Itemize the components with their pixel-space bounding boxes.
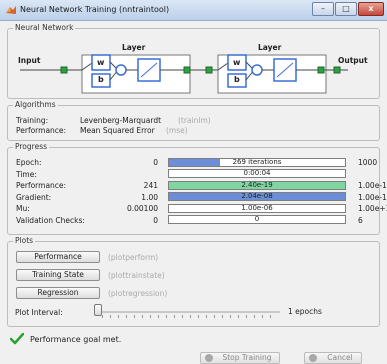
progress-end-value: 1.00e-10 [358, 181, 387, 190]
progress-bar-text: 1.00e-06 [241, 203, 273, 212]
check-icon [10, 333, 24, 345]
plot-interval-track[interactable] [100, 311, 280, 313]
title-bar: Neural Network Training (nntraintool) – … [0, 0, 387, 21]
progress-start-value: 1.00 [141, 192, 158, 202]
progress-start-value: 0.00100 [126, 204, 158, 213]
progress-bar: 2.04e-08 [168, 192, 346, 201]
training-state-fn: (plottrainstate) [108, 271, 165, 280]
status-message: Performance goal met. [30, 335, 122, 344]
maximize-icon: □ [342, 4, 350, 13]
window-title: Neural Network Training (nntraintool) [20, 5, 170, 14]
performance-value: Mean Squared Error [80, 126, 155, 135]
progress-start-value: 241 [143, 181, 158, 190]
performance-label: Performance: [16, 126, 67, 135]
algorithms-panel: Algorithms Training: Levenberg-Marquardt… [7, 100, 380, 141]
close-button[interactable]: x [358, 2, 384, 16]
layer-1-weight-label: w [97, 58, 105, 67]
progress-bar: 2.40e-19 [168, 180, 346, 190]
neural-network-panel: Neural Network Input Output Layer Layer … [7, 23, 380, 99]
progress-bar: 0:00:04 [168, 169, 346, 178]
progress-bar: 1.00e-06 [168, 203, 346, 213]
plots-title: Plots [13, 236, 36, 245]
plot-interval-ticks [102, 315, 278, 318]
layer-2-bias-label: b [234, 75, 240, 84]
cancel-button[interactable]: Cancel [304, 352, 362, 364]
progress-bar-text: 0 [254, 215, 260, 223]
progress-label: Mu: [16, 204, 30, 213]
plot-interval-value: 1 epochs [288, 307, 322, 316]
performance-plot-button[interactable]: Performance [16, 251, 100, 263]
progress-bar-text: 0:00:04 [243, 169, 271, 177]
progress-label: Epoch: [16, 158, 42, 167]
algorithms-title: Algorithms [13, 100, 58, 109]
layer-2-label: Layer [258, 43, 282, 52]
stop-training-label: Stop Training [222, 353, 272, 362]
progress-label: Validation Checks: [16, 215, 85, 225]
network-diagram [20, 54, 348, 94]
minimize-button[interactable]: – [312, 2, 334, 16]
layer-1 [67, 54, 191, 94]
input-label: Input [18, 56, 41, 65]
progress-end-value: 6 [358, 215, 363, 225]
progress-bar-text: 2.40e-19 [241, 180, 273, 189]
output-label: Output [338, 56, 368, 65]
training-state-button[interactable]: Training State [16, 269, 100, 281]
layer-1-label: Layer [122, 43, 146, 52]
training-label: Training: [16, 116, 49, 125]
regression-fn: (plotregression) [108, 289, 168, 298]
progress-title: Progress [13, 142, 50, 151]
maximize-button[interactable]: □ [335, 2, 357, 16]
plot-interval-slider[interactable] [94, 304, 102, 316]
layer-2-weight-label: w [233, 58, 241, 67]
cancel-icon [309, 354, 317, 362]
progress-label: Time: [16, 169, 37, 179]
progress-panel: Progress Epoch: 0 269 iterations 1000 Time: 0… [7, 142, 387, 235]
progress-bar: 0 [168, 215, 346, 224]
cancel-label: Cancel [327, 353, 353, 362]
progress-label: Performance: [16, 181, 67, 190]
training-value: Levenberg-Marquardt [80, 116, 162, 125]
close-icon: x [368, 4, 374, 13]
progress-end-value: 1000 [358, 158, 378, 167]
progress-bar-text: 2.04e-08 [241, 192, 273, 200]
progress-label: Gradient: [16, 192, 52, 202]
performance-plot-fn: (plotperform) [108, 253, 159, 262]
progress-bar-text: 269 iterations [232, 157, 282, 166]
progress-bar: 269 iterations [168, 157, 346, 167]
progress-end-value: 1.00e+10 [358, 204, 387, 213]
progress-start-value: 0 [153, 158, 158, 167]
layer-1-bias-label: b [98, 75, 104, 84]
training-fn[interactable]: (trainlm) [178, 116, 211, 125]
performance-fn[interactable]: (mse) [166, 126, 188, 135]
input-node [20, 66, 68, 74]
stop-icon [205, 354, 213, 362]
progress-start-value: 0 [153, 215, 158, 225]
regression-button[interactable]: Regression [16, 287, 100, 299]
stop-training-button[interactable]: Stop Training [200, 352, 280, 364]
minimize-icon: – [321, 4, 325, 13]
output-node [326, 66, 348, 74]
matlab-icon [6, 6, 16, 14]
plot-interval-label: Plot Interval: [15, 308, 63, 317]
progress-end-value: 1.00e-10 [358, 192, 387, 202]
